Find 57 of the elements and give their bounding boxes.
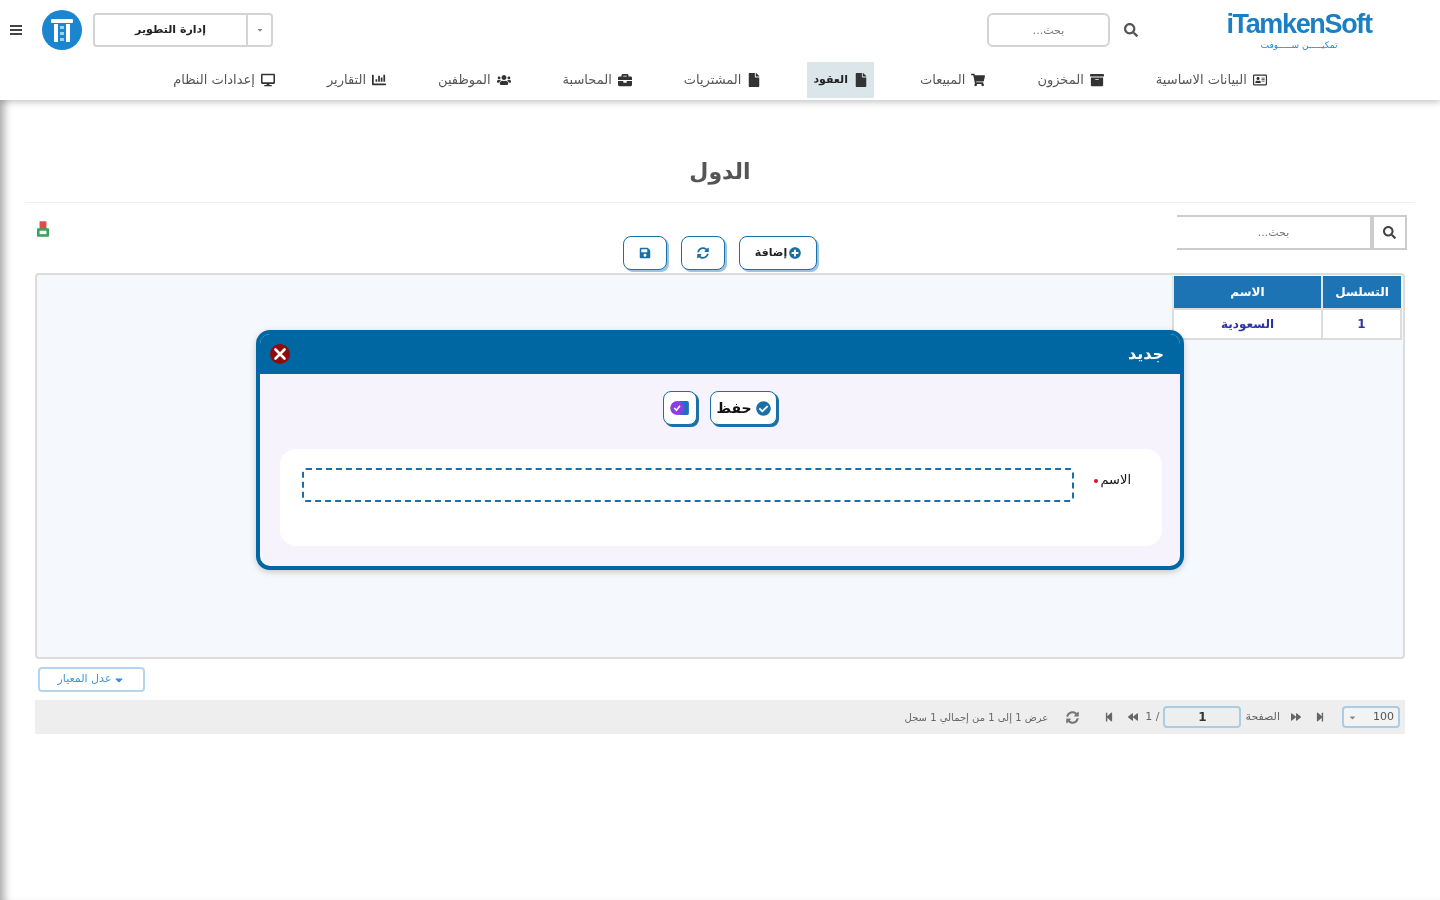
users-icon xyxy=(496,73,511,87)
record-summary: عرض 1 إلى 1 من إجمالي 1 سجل xyxy=(904,710,1049,725)
nav-item[interactable]: العقود xyxy=(807,62,874,98)
refresh-icon[interactable] xyxy=(1066,710,1080,724)
nav-item[interactable]: إعدادات النظام xyxy=(167,62,281,98)
chart-icon xyxy=(372,73,386,87)
double-arrow-icon[interactable] xyxy=(1127,712,1140,722)
save-button[interactable] xyxy=(623,236,667,270)
search-button[interactable] xyxy=(1372,215,1407,250)
page-label: الصفحة xyxy=(1245,708,1280,725)
search-field[interactable]: بحث... xyxy=(1177,215,1372,250)
archive-icon xyxy=(1089,73,1104,87)
search-icon xyxy=(1383,226,1396,239)
cart-icon xyxy=(971,73,986,87)
refresh-icon xyxy=(697,247,709,259)
field-label: الاسم xyxy=(1094,473,1131,486)
page-count: / 1 xyxy=(1145,708,1160,725)
search-field[interactable]: بحث... xyxy=(987,13,1110,47)
caret-icon xyxy=(255,26,264,34)
plus-icon xyxy=(789,247,802,259)
page-input[interactable]: 1 xyxy=(1163,706,1242,728)
close-icon[interactable] xyxy=(270,344,290,364)
menu-icon[interactable] xyxy=(10,25,22,35)
brand-name: iTamkenSoft xyxy=(1226,10,1372,38)
department-select[interactable]: إدارة التطوير xyxy=(93,13,273,47)
input-field[interactable] xyxy=(302,468,1075,502)
monitor-icon xyxy=(260,73,275,87)
skip-icon[interactable] xyxy=(1314,712,1326,722)
logo-icon xyxy=(42,10,82,50)
table-cell: 1 xyxy=(1322,309,1401,339)
briefcase-icon xyxy=(617,73,632,87)
dialog-title: جديد xyxy=(1127,343,1164,365)
nav-item[interactable]: المشتريات xyxy=(677,62,768,98)
spreadsheet-icon[interactable] xyxy=(37,221,49,237)
table-cell: السعودية xyxy=(1173,309,1322,339)
add-button[interactable]: إضافة xyxy=(739,236,817,270)
page-size-select[interactable]: 100 xyxy=(1342,706,1400,728)
column-header[interactable]: الاسم xyxy=(1173,276,1322,309)
card-icon xyxy=(1252,73,1267,87)
file-icon xyxy=(747,73,762,87)
search-icon[interactable] xyxy=(1124,23,1138,37)
refresh-button[interactable] xyxy=(681,236,725,270)
check-icon xyxy=(755,400,771,416)
clear-button[interactable] xyxy=(663,391,697,425)
brand-tagline: تمكيـــــن ســـــوفت xyxy=(1260,40,1338,50)
nav-item[interactable]: الموظفين xyxy=(432,62,517,98)
nav-item[interactable]: المبيعات xyxy=(913,62,992,98)
nav-item[interactable]: التقارير xyxy=(320,62,392,98)
double-arrow-icon[interactable] xyxy=(1290,712,1302,722)
column-header[interactable]: التسلسل xyxy=(1322,276,1401,309)
save-button[interactable]: حفظ xyxy=(710,391,777,425)
nav-item[interactable]: المحاسبة xyxy=(556,62,638,98)
file-icon xyxy=(853,73,868,87)
nav-item[interactable]: المخزون xyxy=(1031,62,1110,98)
nav-item[interactable]: البيانات الاساسية xyxy=(1149,62,1273,98)
page-title: الدول xyxy=(689,158,751,187)
circle-tag-icon xyxy=(670,400,690,416)
